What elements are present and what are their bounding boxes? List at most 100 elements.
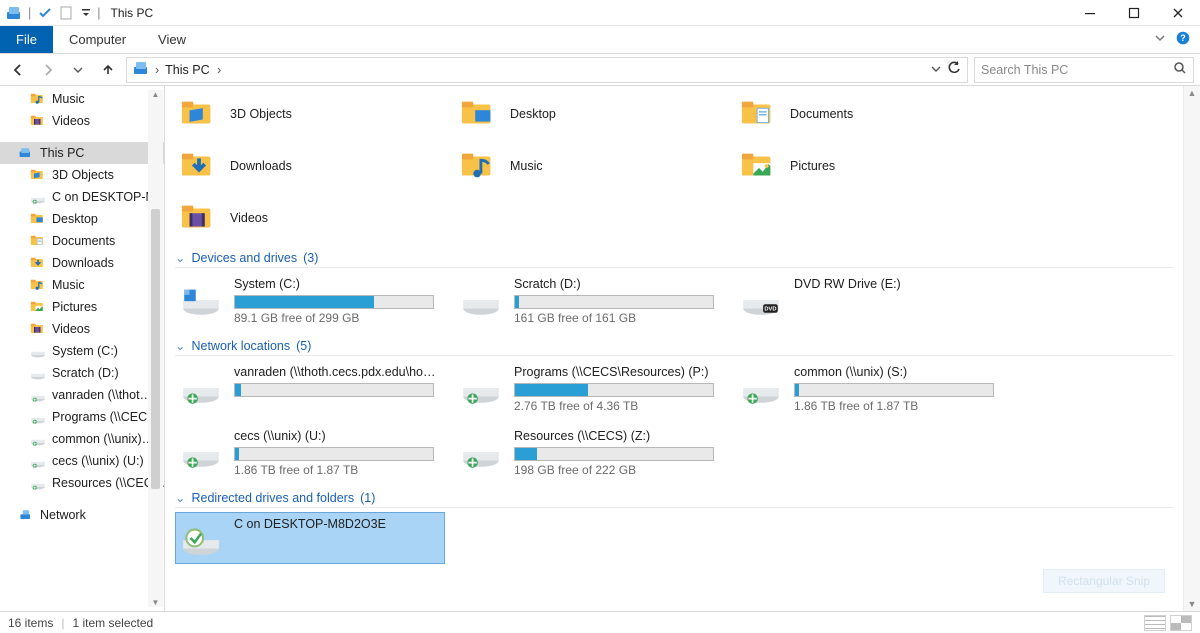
folder-item[interactable]: Downloads: [175, 142, 445, 190]
nav-item[interactable]: cecs (\\unix) (U:): [0, 450, 164, 472]
nav-item[interactable]: Downloads: [0, 252, 164, 274]
address-dropdown-icon[interactable]: [931, 63, 941, 77]
drive-item[interactable]: cecs (\\unix) (U:)1.86 TB free of 1.87 T…: [175, 424, 445, 482]
nav-item-label: Scratch (D:): [52, 366, 119, 380]
refresh-icon[interactable]: [947, 61, 961, 78]
nav-item-label: Music: [52, 278, 85, 292]
address-bar[interactable]: › This PC ›: [126, 57, 968, 83]
nav-item[interactable]: vanraden (\\thot…: [0, 384, 164, 406]
breadcrumb-segment[interactable]: This PC ›: [165, 63, 221, 77]
scroll-track[interactable]: [1184, 100, 1200, 597]
nav-item[interactable]: Videos: [0, 318, 164, 340]
drives-grid: System (C:)89.1 GB free of 299 GB Scratc…: [175, 272, 1173, 330]
maximize-button[interactable]: [1112, 0, 1156, 26]
nav-item[interactable]: C on DESKTOP-M…: [0, 186, 164, 208]
qat-new-folder-icon[interactable]: [59, 5, 75, 21]
nav-item[interactable]: Music: [0, 274, 164, 296]
drive-item[interactable]: common (\\unix) (S:)1.86 TB free of 1.87…: [735, 360, 1005, 418]
usage-bar: [514, 295, 714, 309]
nav-item-label: Videos: [52, 322, 90, 336]
scroll-down-icon[interactable]: ▼: [1184, 597, 1200, 611]
nav-item[interactable]: Network: [0, 504, 164, 526]
netdrive-icon: [30, 189, 46, 205]
minimize-button[interactable]: [1068, 0, 1112, 26]
folder-item[interactable]: Music: [455, 142, 725, 190]
search-input[interactable]: Search This PC: [974, 57, 1194, 83]
folder-item[interactable]: 3D Objects: [175, 90, 445, 138]
window-title: This PC: [111, 6, 154, 20]
help-icon[interactable]: ?: [1176, 31, 1190, 48]
up-button[interactable]: [96, 58, 120, 82]
usage-bar: [234, 447, 434, 461]
nav-item[interactable]: Desktop: [0, 208, 164, 230]
content-pane[interactable]: 3D Objects Desktop Documents DownloadsMusic…: [165, 86, 1183, 611]
group-header-redirected[interactable]: ⌄ Redirected drives and folders (1): [175, 490, 1173, 508]
back-button[interactable]: [6, 58, 30, 82]
drive-item[interactable]: vanraden (\\thoth.cecs.pdx.edu\home04) (…: [175, 360, 445, 418]
ribbon-collapse-icon[interactable]: [1154, 32, 1166, 47]
close-button[interactable]: [1156, 0, 1200, 26]
qat-properties-icon[interactable]: [37, 5, 53, 21]
drive-label: DVD RW Drive (E:): [794, 277, 901, 291]
group-header-drives[interactable]: ⌄ Devices and drives (3): [175, 250, 1173, 268]
nav-item[interactable]: Documents: [0, 230, 164, 252]
nav-item[interactable]: Scratch (D:): [0, 362, 164, 384]
ribbon-tabs: File Computer View ?: [0, 26, 1200, 54]
nav-scroll-thumb[interactable]: [151, 209, 160, 489]
nav-item[interactable]: System (C:): [0, 340, 164, 362]
folder-item[interactable]: Documents: [735, 90, 1005, 138]
drive-item[interactable]: Resources (\\CECS) (Z:)198 GB free of 22…: [455, 424, 725, 482]
desktop-icon: [460, 95, 498, 133]
folder-label: Pictures: [790, 159, 835, 173]
nav-item[interactable]: Videos: [0, 110, 164, 132]
nav-item[interactable]: This PC: [0, 142, 164, 164]
nav-item-label: vanraden (\\thot…: [52, 388, 152, 402]
nav-item[interactable]: Resources (\\CEC…: [0, 472, 164, 494]
videos-icon: [180, 199, 218, 237]
drive-item[interactable]: Scratch (D:)161 GB free of 161 GB: [455, 272, 725, 330]
quick-access-toolbar: | | This PC: [0, 5, 159, 21]
forward-button[interactable]: [36, 58, 60, 82]
file-tab[interactable]: File: [0, 26, 53, 53]
scroll-up-icon[interactable]: ▲: [1184, 86, 1200, 100]
folder-item[interactable]: Desktop: [455, 90, 725, 138]
rectangular-snip-overlay: Rectangular Snip: [1043, 569, 1165, 593]
breadcrumb-chev-icon[interactable]: ›: [155, 63, 159, 77]
thispc-breadcrumb-icon: [133, 60, 149, 79]
chevron-down-icon: ⌄: [175, 490, 185, 505]
navigation-pane[interactable]: MusicVideosThis PC3D ObjectsC on DESKTOP…: [0, 86, 165, 611]
nav-item[interactable]: Pictures: [0, 296, 164, 318]
nav-item-label: 3D Objects: [52, 168, 114, 182]
drive-icon: [460, 277, 502, 319]
tab-computer[interactable]: Computer: [53, 26, 142, 53]
nav-item[interactable]: Music: [0, 88, 164, 110]
drive-item[interactable]: System (C:)89.1 GB free of 299 GB: [175, 272, 445, 330]
content-scrollbar[interactable]: ▲ ▼: [1183, 86, 1200, 611]
folder-label: Desktop: [510, 107, 556, 121]
netdrive-icon: [460, 365, 502, 407]
qat-customize-icon[interactable]: [81, 5, 91, 21]
drive-item[interactable]: DVD RW Drive (E:): [735, 272, 1005, 330]
nav-scrollbar[interactable]: ▲ ▼: [148, 90, 163, 607]
drive-item[interactable]: Programs (\\CECS\Resources) (P:) 2.76 TB …: [455, 360, 725, 418]
recent-locations-button[interactable]: [66, 58, 90, 82]
large-icons-view-button[interactable]: [1170, 615, 1192, 631]
redirect-icon: [180, 517, 222, 559]
group-header-netloc[interactable]: ⌄ Network locations (5): [175, 338, 1173, 356]
drive-label: Programs (\\CECS\Resources) (P:): [514, 365, 714, 379]
netdrive-icon: [460, 429, 502, 471]
redirected-grid: C on DESKTOP-M8D2O3E: [175, 512, 1173, 564]
status-item-count: 16 items: [8, 616, 53, 630]
details-view-button[interactable]: [1144, 615, 1166, 631]
nav-item[interactable]: 3D Objects: [0, 164, 164, 186]
nav-item[interactable]: common (\\unix)…: [0, 428, 164, 450]
drive-subtext: 2.76 TB free of 4.36 TB: [514, 399, 714, 413]
folder-item[interactable]: Videos: [175, 194, 445, 242]
tab-view[interactable]: View: [142, 26, 202, 53]
docs-icon: [30, 233, 46, 249]
folder-label: 3D Objects: [230, 107, 292, 121]
nav-item[interactable]: Programs (\\CEC…: [0, 406, 164, 428]
drive-item[interactable]: C on DESKTOP-M8D2O3E: [175, 512, 445, 564]
3d-icon: [180, 95, 218, 133]
folder-item[interactable]: Pictures: [735, 142, 1005, 190]
